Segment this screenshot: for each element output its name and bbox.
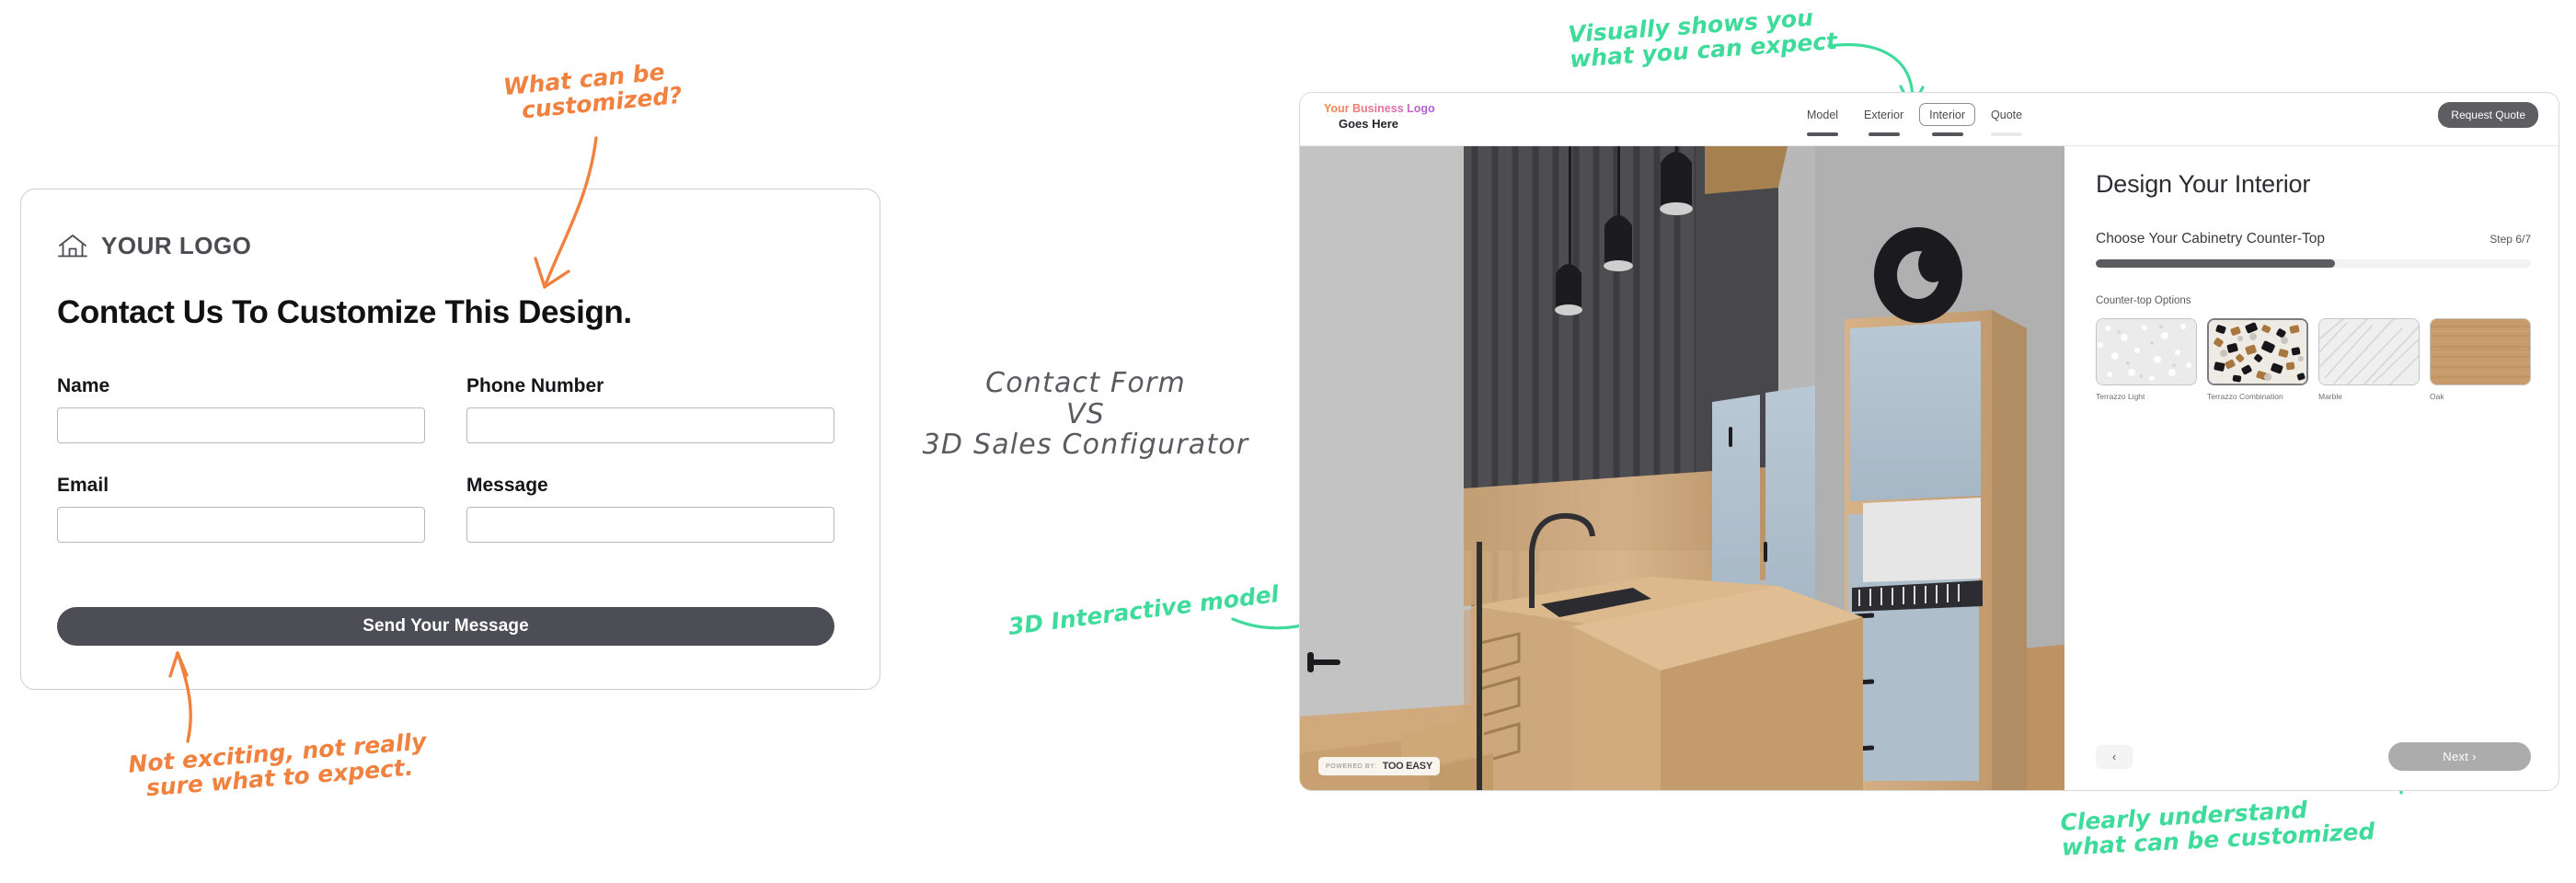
message-input[interactable] [466, 507, 834, 543]
step-question: Choose Your Cabinetry Counter-Top [2096, 231, 2326, 247]
field-label-phone: Phone Number [466, 375, 604, 396]
swatch-label: Terrazzo Combination [2207, 392, 2283, 401]
tab-model-wrap: Model [1797, 103, 1848, 136]
field-label-name: Name [57, 375, 110, 396]
field-label-email: Email [57, 475, 109, 496]
brand-name: TOO EASY [1382, 761, 1433, 772]
contact-logo: YOUR LOGO [57, 232, 251, 260]
swatch-terrazzo-combination-thumb[interactable] [2207, 318, 2308, 385]
progress-bar-fill [2096, 259, 2336, 268]
business-logo-line1: Your Business Logo [1324, 102, 1435, 115]
tab-quote[interactable]: Quote [1981, 103, 2032, 126]
annotation-clearly-understand: Clearly understand what can be customize… [2059, 796, 2376, 861]
back-button[interactable]: ‹ [2096, 744, 2133, 769]
field-label-message: Message [466, 475, 548, 496]
send-message-button[interactable]: Send Your Message [57, 607, 834, 646]
tab-exterior-wrap: Exterior [1854, 103, 1914, 136]
field-message: Message [466, 475, 834, 543]
powered-by-label: POWERED BY: [1326, 763, 1377, 770]
tab-model-indicator [1807, 132, 1839, 136]
house-icon [57, 233, 88, 260]
swatch-label: Marble [2318, 392, 2342, 401]
tab-exterior-indicator [1868, 132, 1900, 136]
annotation-3d-interactive-model: 3D Interactive model [1006, 580, 1281, 640]
name-input[interactable] [57, 407, 425, 443]
annotation-not-exciting: Not exciting, not really sure what to ex… [127, 728, 428, 803]
progress-bar [2096, 259, 2531, 268]
swatch-terrazzo-combination[interactable]: Terrazzo Combination [2207, 318, 2308, 401]
swatch-label: Terrazzo Light [2096, 392, 2145, 401]
powered-by-watermark: POWERED BY: TOO EASY [1318, 757, 1440, 775]
swatch-oak-thumb[interactable] [2430, 318, 2531, 385]
tab-exterior[interactable]: Exterior [1854, 103, 1914, 126]
contact-form-fields: Name Phone Number Email Message [57, 375, 834, 543]
tab-interior-wrap: Interior [1919, 103, 1976, 136]
swatch-label: Oak [2430, 392, 2444, 401]
swatch-oak[interactable]: Oak [2430, 318, 2531, 401]
comparison-line-1: Contact Form [985, 367, 1186, 399]
comparison-line-3: 3D Sales Configurator [922, 429, 1249, 462]
options-label: Counter-top Options [2096, 295, 2191, 306]
tab-model[interactable]: Model [1797, 103, 1848, 126]
configurator-body: POWERED BY: TOO EASY Design Your Interio… [1300, 146, 2559, 790]
request-quote-button[interactable]: Request Quote [2438, 102, 2538, 128]
tab-quote-wrap: Quote [1981, 103, 2032, 136]
panel-footer: ‹ Next › [2096, 742, 2531, 771]
tab-interior[interactable]: Interior [1919, 103, 1976, 126]
swatch-list: Terrazzo Light Terrazzo Combination Marb… [2096, 318, 2531, 401]
swatch-terrazzo-light-thumb[interactable] [2096, 318, 2197, 385]
business-logo: Your Business Logo Goes Here [1324, 102, 1435, 132]
contact-form-heading: Contact Us To Customize This Design. [57, 294, 632, 330]
comparison-label: Contact Form VS 3D Sales Configurator [902, 368, 1270, 461]
step-row: Choose Your Cabinetry Counter-Top Step 6… [2096, 231, 2531, 247]
configurator-topbar: Your Business Logo Goes Here Model Exter… [1300, 93, 2559, 146]
phone-input[interactable] [466, 407, 834, 443]
annotation-what-can-be-customized: What can be customized? [501, 58, 684, 126]
configurator-window: Your Business Logo Goes Here Model Exter… [1299, 92, 2559, 791]
business-logo-line2: Goes Here [1339, 116, 1399, 131]
swatch-marble[interactable]: Marble [2318, 318, 2420, 401]
configurator-tabs: Model Exterior Interior Quote [1797, 103, 2032, 136]
step-counter: Step 6/7 [2490, 233, 2531, 246]
next-button[interactable]: Next › [2388, 742, 2531, 771]
screenshot-root: YOUR LOGO Contact Us To Customize This D… [0, 0, 2576, 883]
3d-viewport[interactable]: POWERED BY: TOO EASY [1300, 146, 2064, 790]
tab-quote-indicator [1991, 132, 2023, 136]
contact-logo-label: YOUR LOGO [101, 232, 252, 259]
comparison-line-2: VS [1066, 397, 1105, 430]
configurator-panel: Design Your Interior Choose Your Cabinet… [2064, 146, 2559, 790]
annotation-visually-shows: Visually shows you what you can expect [1567, 4, 1838, 74]
swatch-marble-thumb[interactable] [2318, 318, 2420, 385]
field-phone: Phone Number [466, 375, 834, 443]
field-email: Email [57, 475, 425, 543]
email-input[interactable] [57, 507, 425, 543]
panel-title: Design Your Interior [2096, 170, 2311, 198]
field-name: Name [57, 375, 425, 443]
tab-interior-indicator [1931, 132, 1963, 136]
swatch-terrazzo-light[interactable]: Terrazzo Light [2096, 318, 2197, 401]
3d-render [1300, 146, 2064, 790]
